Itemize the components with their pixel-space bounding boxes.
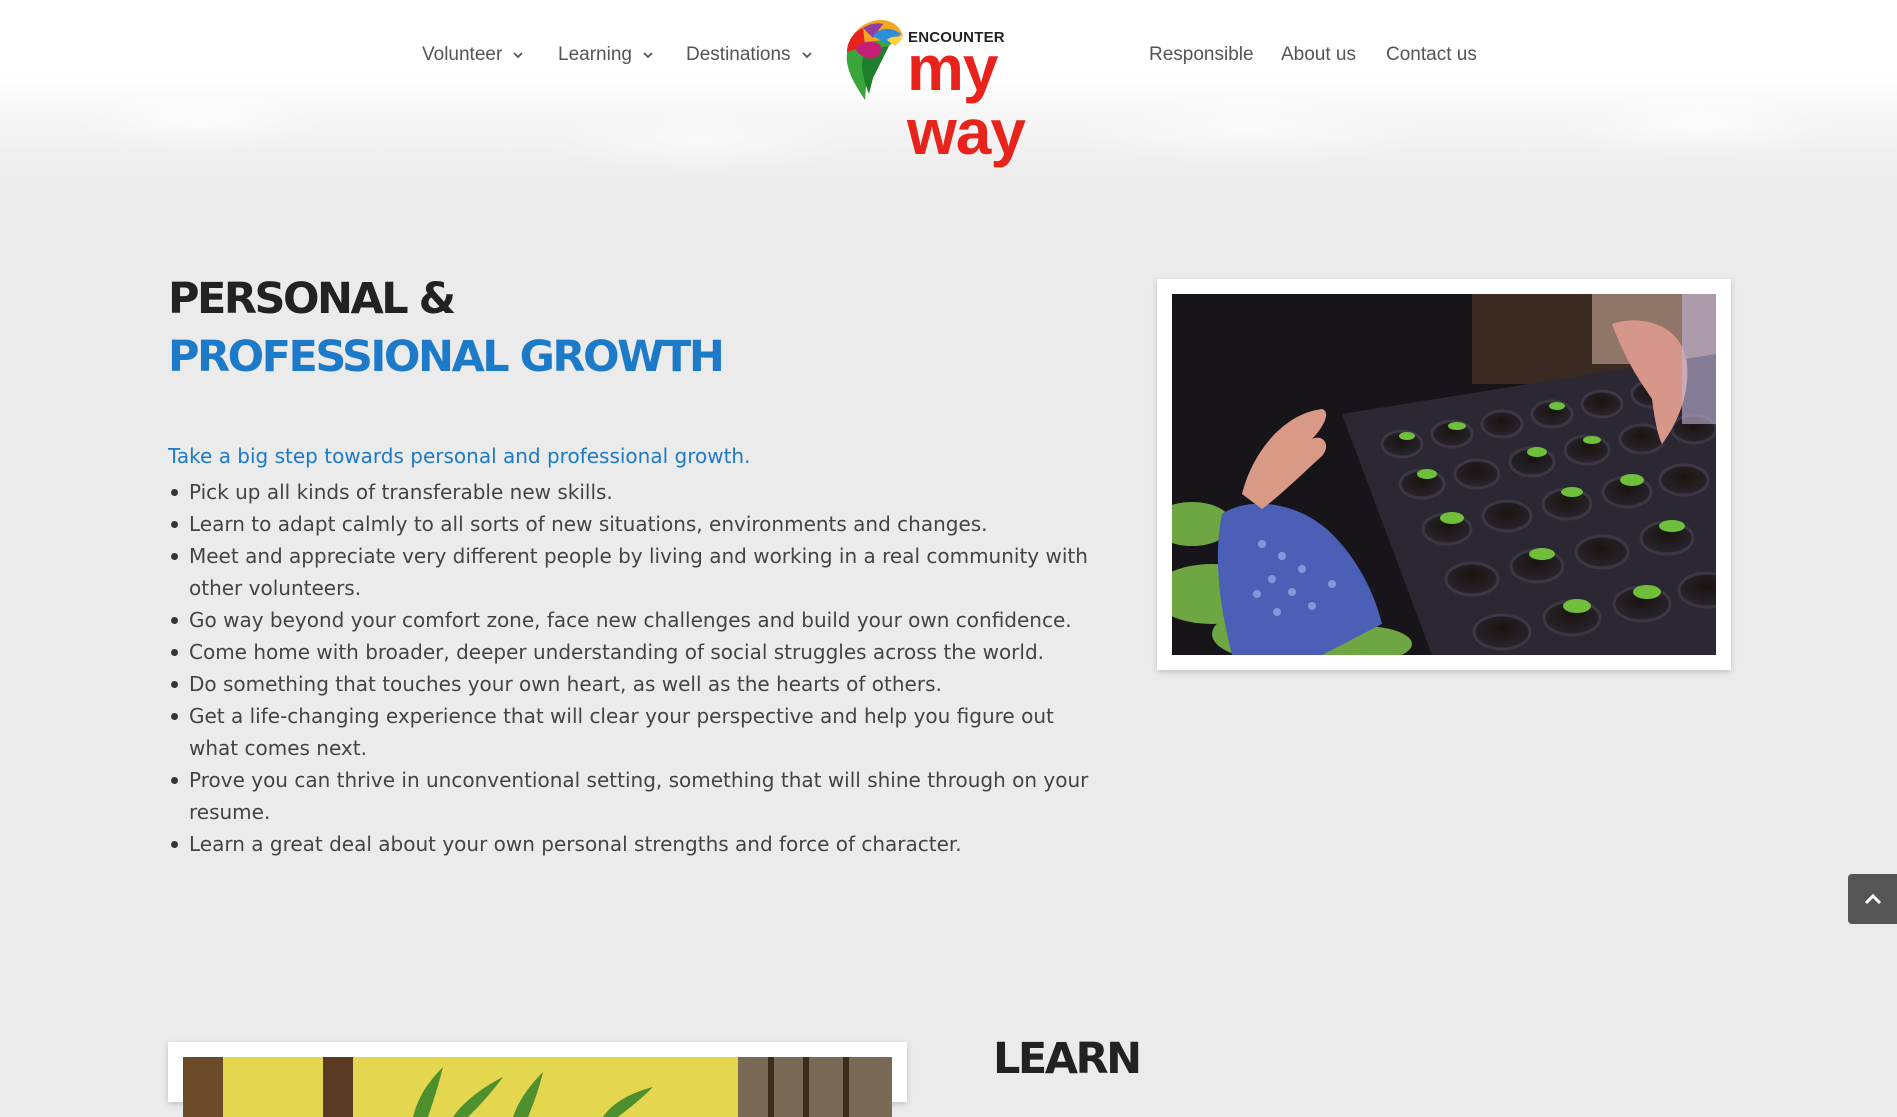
logo-mark-icon: [846, 20, 903, 100]
section-heading: PERSONAL & PROFESSIONAL GROWTH: [168, 270, 725, 386]
nav-item-label: Contact us: [1386, 44, 1477, 65]
site-logo[interactable]: ENCOUNTER my way: [843, 12, 1125, 164]
nav-item-learning[interactable]: Learning: [558, 44, 654, 66]
list-item: Learn to adapt calmly to all sorts of ne…: [171, 508, 1099, 540]
seedling-photo-frame: [1157, 279, 1731, 670]
benefits-list: Pick up all kinds of transferable new sk…: [168, 476, 1099, 860]
nav-item-responsible[interactable]: Responsible: [1149, 44, 1254, 66]
back-to-top-button[interactable]: [1848, 874, 1897, 924]
chevron-down-icon: [513, 52, 523, 59]
intro-text: Take a big step towards personal and pro…: [168, 444, 751, 468]
list-item: Do something that touches your own heart…: [171, 668, 1099, 700]
main-navigation: Volunteer Learning Destinations ENCOUNTE…: [0, 0, 1897, 164]
nav-item-label: Learning: [558, 44, 632, 65]
nav-item-about-us[interactable]: About us: [1281, 44, 1356, 66]
list-item: Learn a great deal about your own person…: [171, 828, 1099, 860]
chevron-down-icon: [801, 52, 812, 59]
learn-photo: [183, 1057, 892, 1117]
list-item: Go way beyond your comfort zone, face ne…: [171, 604, 1099, 636]
seedling-tray-image: [1172, 294, 1716, 655]
classroom-image: [183, 1057, 892, 1117]
nav-item-label: Responsible: [1149, 44, 1254, 65]
list-item: Meet and appreciate very different peopl…: [171, 540, 1099, 604]
list-item: Pick up all kinds of transferable new sk…: [171, 476, 1099, 508]
nav-item-volunteer[interactable]: Volunteer: [422, 44, 524, 66]
chevron-down-icon: [643, 52, 653, 59]
list-item: Prove you can thrive in unconventional s…: [171, 764, 1099, 828]
nav-item-label: Volunteer: [422, 44, 503, 65]
nav-item-label: Destinations: [686, 44, 791, 65]
heading-line-2: PROFESSIONAL GROWTH: [168, 332, 725, 382]
list-item: Get a life-changing experience that will…: [171, 700, 1099, 764]
nav-item-destinations[interactable]: Destinations: [686, 44, 813, 66]
chevron-up-icon: [1864, 893, 1881, 905]
learn-heading: LEARN: [993, 1034, 1142, 1084]
nav-item-contact-us[interactable]: Contact us: [1386, 44, 1477, 66]
heading-line-1: PERSONAL &: [168, 274, 456, 324]
learn-photo-frame: [168, 1042, 907, 1117]
logo-main-text: my way: [907, 32, 1026, 168]
nav-item-label: About us: [1281, 44, 1356, 65]
seedling-photo: [1172, 294, 1716, 655]
list-item: Come home with broader, deeper understan…: [171, 636, 1099, 668]
